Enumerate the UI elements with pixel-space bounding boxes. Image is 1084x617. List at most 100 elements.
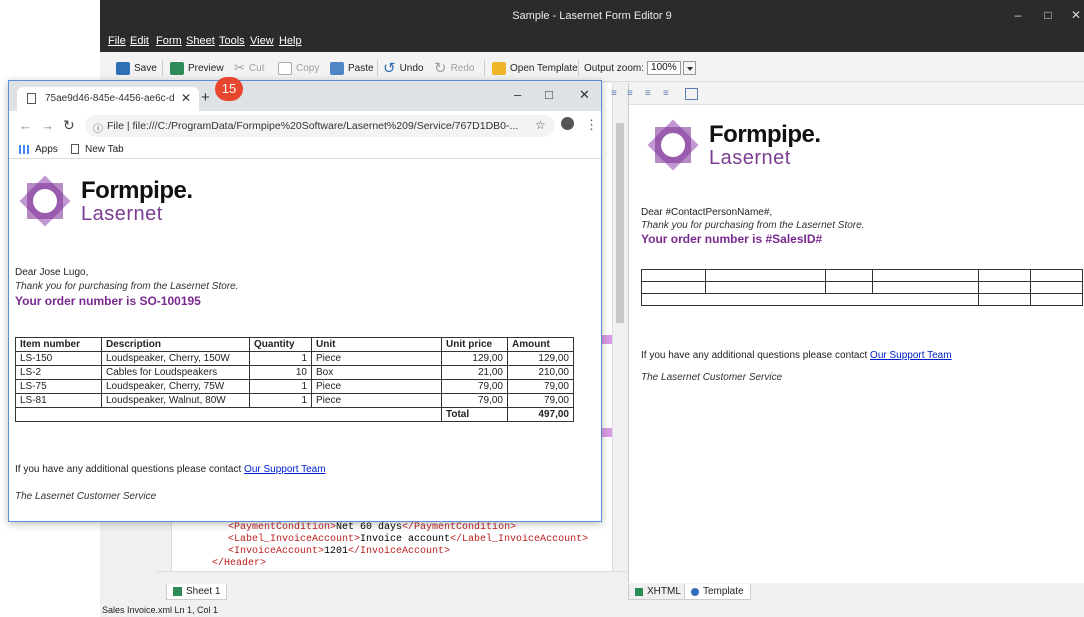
table-cell: Cables for Loudspeakers [101,365,250,380]
main-toolbar: Save Preview ✂ Cut Copy Paste ↺ Undo ↻ Redo… [100,52,1084,82]
template-icon [691,587,699,596]
title-bar: Sample - Lasernet Form Editor 9 – □ ✕ [100,0,1084,32]
table-row: LS-81 Loudspeaker, Walnut, 80W 1 Piece 7… [15,393,574,408]
save-button[interactable]: Save [116,60,157,76]
sheet-icon [173,587,182,596]
table-cell: 10 [249,365,312,380]
table-cell: 79,00 [507,393,574,408]
vertical-scrollbar[interactable] [612,83,626,578]
table-cell: 1 [249,379,312,394]
total-row: Total 497,00 [15,407,574,422]
template-table[interactable] [640,269,1083,306]
status-bar: Sales Invoice.xml Ln 1, Col 1 [100,603,1084,617]
support-team-link[interactable]: Our Support Team [244,464,326,475]
table-cell: 129,00 [507,351,574,366]
column-header: Quantity [249,337,312,352]
column-header: Item number [15,337,102,352]
preview-button[interactable]: Preview [170,60,224,76]
profile-icon[interactable] [561,117,574,130]
browser-window: 75ae9d46-845e-4456-ae6c-d6ca ✕ + 15 – □ … [8,77,602,522]
invoice-page: Formpipe. Lasernet Dear Jose Lugo, Thank… [9,159,601,521]
paste-button[interactable]: Paste [330,60,374,76]
tab-template[interactable]: Template [684,584,751,600]
bookmark-apps[interactable]: Apps [35,144,58,155]
table-icon[interactable] [685,88,698,100]
bookmarks-bar: Apps New Tab [9,141,601,159]
browser-tab-bar: 75ae9d46-845e-4456-ae6c-d6ca ✕ + 15 – □ … [9,77,601,111]
table-cell: 79,00 [441,393,508,408]
cut-button[interactable]: ✂ Cut [234,60,264,76]
invoice-order-line: Your order number is SO-100195 [15,294,201,308]
sheet-tab[interactable]: Sheet 1 [166,584,228,600]
logo-brand: Formpipe. [81,177,193,204]
outdent-icon[interactable]: ≡ [663,89,675,99]
undo-icon: ↺ [383,60,396,77]
star-icon[interactable]: ☆ [535,118,546,132]
copy-button[interactable]: Copy [278,60,319,76]
xml-line: </Header> [212,558,267,569]
menu-file[interactable]: File [108,35,126,47]
folder-icon [492,61,506,75]
close-button[interactable]: ✕ [1062,8,1084,22]
save-icon [116,61,130,75]
menu-tools[interactable]: Tools [219,35,245,47]
column-header: Description [101,337,250,352]
browser-close-button[interactable]: ✕ [579,87,590,103]
bookmark-new-tab[interactable]: New Tab [85,144,124,155]
tab-xhtml[interactable]: XHTML [628,584,688,600]
menu-view[interactable]: View [250,35,274,47]
scroll-thumb[interactable] [616,123,624,323]
table-cell: 129,00 [441,351,508,366]
invoice-thanks: Thank you for purchasing from the Lasern… [15,281,239,292]
redo-button[interactable]: ↻ Redo [434,60,474,77]
back-icon[interactable]: ← [19,118,32,133]
info-icon[interactable]: ⓘ [93,120,103,135]
table-cell: 21,00 [441,365,508,380]
table-cell: Loudspeaker, Cherry, 150W [101,351,250,366]
template-preview-pane: ≡ ≡ ≡ ≡ Formpipe. Lasernet Dear #Contact… [611,83,1084,583]
forward-icon[interactable]: → [41,118,54,133]
close-tab-icon[interactable]: ✕ [181,91,191,105]
status-text: Sales Invoice.xml Ln 1, Col 1 [102,605,219,615]
undo-button[interactable]: ↺ Undo [383,60,423,77]
column-header: Amount [507,337,574,352]
total-value: 497,00 [507,407,574,422]
reload-icon[interactable]: ↻ [63,117,75,134]
browser-minimize-button[interactable]: – [514,87,521,102]
table-cell: Piece [311,351,442,366]
indent-icon[interactable]: ≡ [645,89,657,99]
template-contact: If you have any additional questions ple… [641,350,952,361]
address-bar[interactable]: ⓘ File | file:///C:/ProgramData/Formpipe… [85,115,555,137]
table-cell: Piece [311,379,442,394]
table-cell: Loudspeaker, Walnut, 80W [101,393,250,408]
invoice-table: Item number Description Quantity Unit Un… [15,337,574,422]
horizontal-scrollbar[interactable] [157,571,627,583]
browser-maximize-button[interactable]: □ [545,87,553,102]
logo-brand: Formpipe. [709,121,821,148]
formpipe-logo-icon [647,119,699,171]
xhtml-icon [635,587,643,596]
maximize-button[interactable]: □ [1034,8,1062,22]
minimize-button[interactable]: – [1004,8,1032,22]
address-text: File | file:///C:/ProgramData/Formpipe%2… [107,120,519,132]
table-cell: 1 [249,393,312,408]
output-zoom-select[interactable]: 100% [647,61,681,75]
browser-tab[interactable]: 75ae9d46-845e-4456-ae6c-d6ca ✕ [17,87,199,111]
logo-product: Lasernet [81,203,163,225]
bullet-list-icon[interactable]: ≡ [611,89,623,99]
total-label: Total [441,407,508,422]
formpipe-logo-icon [19,175,71,227]
support-team-link[interactable]: Our Support Team [870,350,952,361]
chevron-down-icon[interactable] [682,61,696,75]
menu-help[interactable]: Help [279,35,302,47]
paste-icon [330,61,344,75]
new-tab-button[interactable]: + [201,89,210,106]
menu-form[interactable]: Form [156,35,182,47]
menu-dots-icon[interactable]: ⋮ [585,117,598,133]
open-template-button[interactable]: Open Template [492,60,578,76]
numbered-list-icon[interactable]: ≡ [627,89,639,99]
menu-sheet[interactable]: Sheet [186,35,215,47]
menu-edit[interactable]: Edit [130,35,149,47]
table-cell: LS-2 [15,365,102,380]
preview-icon [170,61,184,75]
